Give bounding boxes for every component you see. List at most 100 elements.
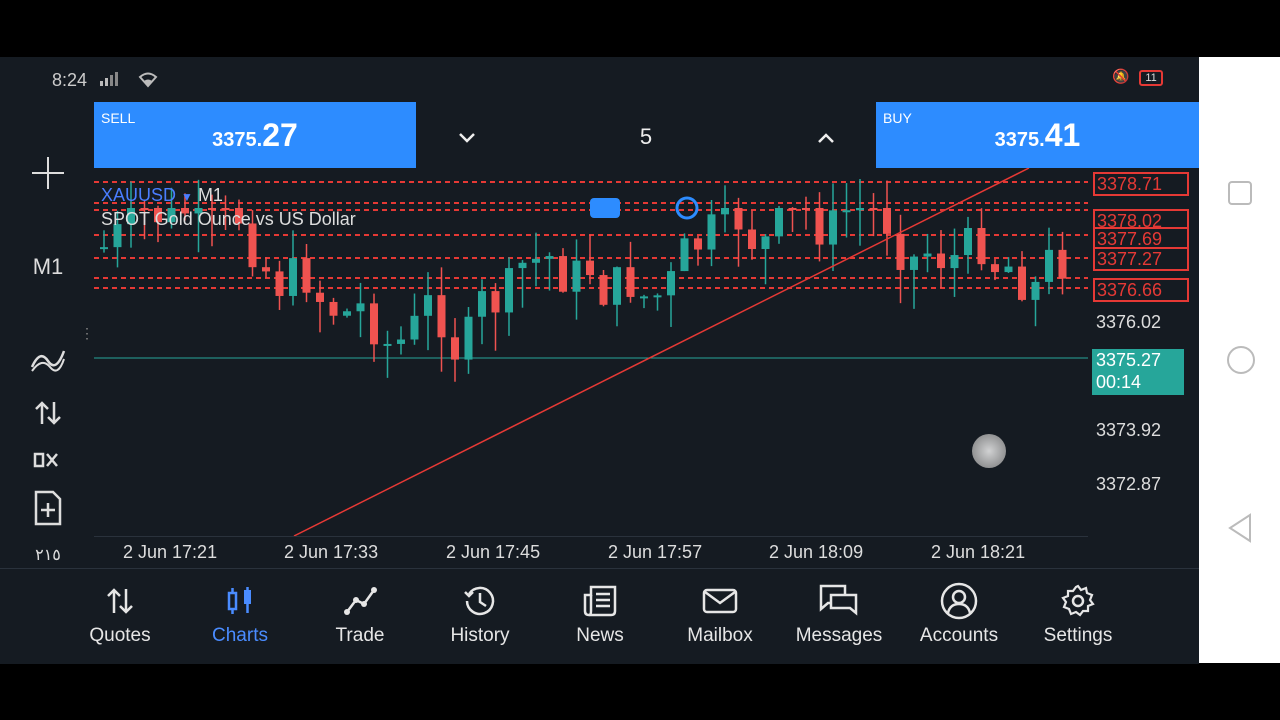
candle-body	[437, 295, 446, 338]
candle-body	[761, 236, 770, 250]
candle-body	[694, 238, 702, 250]
candle-body	[478, 291, 486, 317]
time-tick-label: 2 Jun 17:33	[284, 542, 379, 562]
indicators-icon[interactable]	[26, 345, 70, 380]
candle-body	[950, 255, 959, 269]
price-tick-label: 3376.02	[1096, 312, 1162, 332]
candle-body	[1058, 249, 1067, 279]
crosshair-icon[interactable]	[26, 155, 70, 196]
quotes-icon	[107, 588, 133, 614]
candle-body	[505, 268, 513, 313]
candle-body	[275, 271, 284, 296]
recent-apps-button[interactable]	[1226, 180, 1254, 211]
candle-body	[802, 208, 810, 210]
chart-symbol[interactable]: XAUUSD	[101, 185, 176, 205]
nav-settings[interactable]: Settings	[1023, 584, 1133, 647]
objects-icon[interactable]	[26, 450, 70, 475]
candle-body	[964, 228, 972, 256]
nav-mailbox[interactable]: Mailbox	[665, 585, 775, 647]
nav-messages[interactable]: Messages	[784, 584, 894, 647]
candle-body	[1031, 281, 1040, 300]
candle-body	[640, 296, 648, 299]
candle-body	[937, 253, 945, 269]
nav-label: History	[450, 625, 510, 646]
new-order-icon[interactable]	[26, 490, 70, 531]
messages-icon	[819, 584, 858, 616]
candle-body	[883, 208, 891, 234]
nav-label: Trade	[335, 625, 385, 646]
bottom-navigation: Quotes Charts Trade History News Mailbox…	[0, 568, 1199, 664]
current-price: 3375.27	[1096, 350, 1162, 370]
time-axis[interactable]: 2 Jun 17:21 2 Jun 17:33 2 Jun 17:45 2 Ju…	[94, 537, 1088, 567]
order-arrows-icon[interactable]	[26, 400, 70, 431]
order-price-label: 3378.71	[1093, 172, 1189, 196]
candle-body	[910, 256, 918, 270]
nav-label: Settings	[1043, 625, 1113, 646]
candle-body	[316, 292, 324, 302]
sell-price-big: 27	[262, 117, 298, 153]
trend-line	[293, 167, 1030, 537]
timeframe-button[interactable]: M1	[26, 254, 70, 280]
candle-body	[491, 291, 500, 313]
candle-body	[518, 262, 527, 269]
candle-body	[532, 258, 540, 263]
candle-body	[923, 253, 932, 257]
nav-history[interactable]: History	[425, 585, 535, 647]
sell-button[interactable]: SELL 3375.27	[94, 102, 416, 168]
candle-body	[707, 214, 716, 250]
candle-body	[572, 260, 581, 292]
candle-body	[815, 208, 824, 245]
order-price-label: 3376.66	[1093, 278, 1189, 302]
nav-label: Quotes	[89, 625, 151, 646]
status-time: 8:24	[52, 70, 88, 90]
candle-body	[329, 301, 338, 316]
signal-wifi-icon	[98, 70, 168, 91]
order-price-label: 3377.27	[1093, 247, 1189, 271]
candle-body	[775, 208, 783, 237]
trade-icon	[344, 587, 377, 615]
volume-increase-button[interactable]	[806, 116, 846, 156]
candle-body	[451, 337, 459, 360]
extra-tool[interactable]: ٢١٥	[26, 545, 70, 565]
time-tick-label: 2 Jun 17:45	[446, 542, 541, 562]
candle-body	[356, 303, 365, 312]
candle-body	[721, 208, 729, 215]
candle-body	[1045, 249, 1053, 282]
candle-body	[896, 233, 905, 270]
home-button[interactable]	[1226, 345, 1256, 380]
candle-body	[302, 258, 311, 293]
candle-body	[613, 267, 621, 305]
nav-accounts[interactable]: Accounts	[904, 582, 1014, 647]
candle-body	[842, 210, 851, 213]
touch-indicator	[972, 434, 1006, 468]
candle-body	[869, 208, 878, 210]
buy-button[interactable]: BUY 3375.41	[876, 102, 1199, 168]
nav-trade[interactable]: Trade	[305, 585, 415, 647]
candle-body	[977, 228, 986, 265]
symbol-dropdown-icon[interactable]: ▼	[181, 190, 193, 204]
candle-body	[680, 238, 689, 272]
nav-label: Messages	[795, 625, 883, 646]
candle-body	[370, 303, 378, 345]
candle-body	[1004, 266, 1013, 273]
candle-body	[653, 295, 662, 298]
drag-handle-icon[interactable]: ⋮⋮	[80, 325, 108, 342]
buy-price-small: 3375.	[994, 129, 1045, 151]
charts-icon	[227, 587, 251, 614]
nav-quotes[interactable]: Quotes	[65, 585, 175, 647]
chart-title: XAUUSD ▼ M1	[101, 185, 223, 206]
back-button[interactable]	[1226, 513, 1254, 548]
chevron-up-icon	[818, 133, 834, 143]
volume-control: 5	[416, 102, 876, 168]
nav-label: News	[576, 625, 624, 646]
trade-marker	[675, 196, 699, 220]
price-tick-label: 3372.87	[1096, 474, 1162, 494]
history-icon	[464, 586, 495, 616]
nav-charts[interactable]: Charts	[185, 585, 295, 647]
candle-body	[856, 208, 864, 211]
candle-body	[100, 247, 108, 250]
nav-news[interactable]: News	[545, 585, 655, 647]
candle-body	[289, 258, 297, 296]
circle-icon	[1227, 346, 1255, 374]
time-tick-label: 2 Jun 17:21	[123, 542, 218, 562]
